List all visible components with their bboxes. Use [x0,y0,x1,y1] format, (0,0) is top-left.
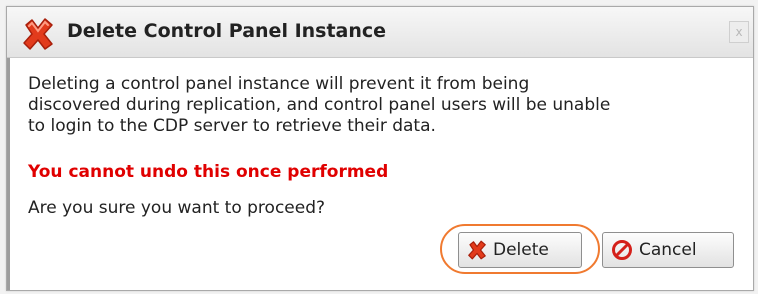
message-line: Deleting a control panel instance will p… [28,74,530,94]
dialog-titlebar[interactable]: Delete Control Panel Instance x [7,7,753,58]
cancel-button[interactable]: Cancel [602,232,734,268]
message-line: discovered during replication, and contr… [28,95,611,115]
close-icon: x [735,25,743,39]
dialog-body: Deleting a control panel instance will p… [7,58,753,290]
red-x-icon [468,240,486,260]
warning-text: You cannot undo this once performed [28,162,389,182]
close-button[interactable]: x [729,21,749,43]
no-entry-icon [612,240,632,260]
message-line: to login to the CDP server to retrieve t… [28,116,436,136]
cancel-button-label: Cancel [639,240,697,260]
delete-button[interactable]: Delete [458,232,582,268]
delete-button-label: Delete [493,240,549,260]
confirm-question: Are you sure you want to proceed? [28,198,326,218]
delete-dialog: Delete Control Panel Instance x Deleting… [6,6,754,291]
dialog-title: Delete Control Panel Instance [67,20,387,42]
dialog-message: Deleting a control panel instance will p… [28,74,753,137]
red-x-icon [23,18,53,50]
